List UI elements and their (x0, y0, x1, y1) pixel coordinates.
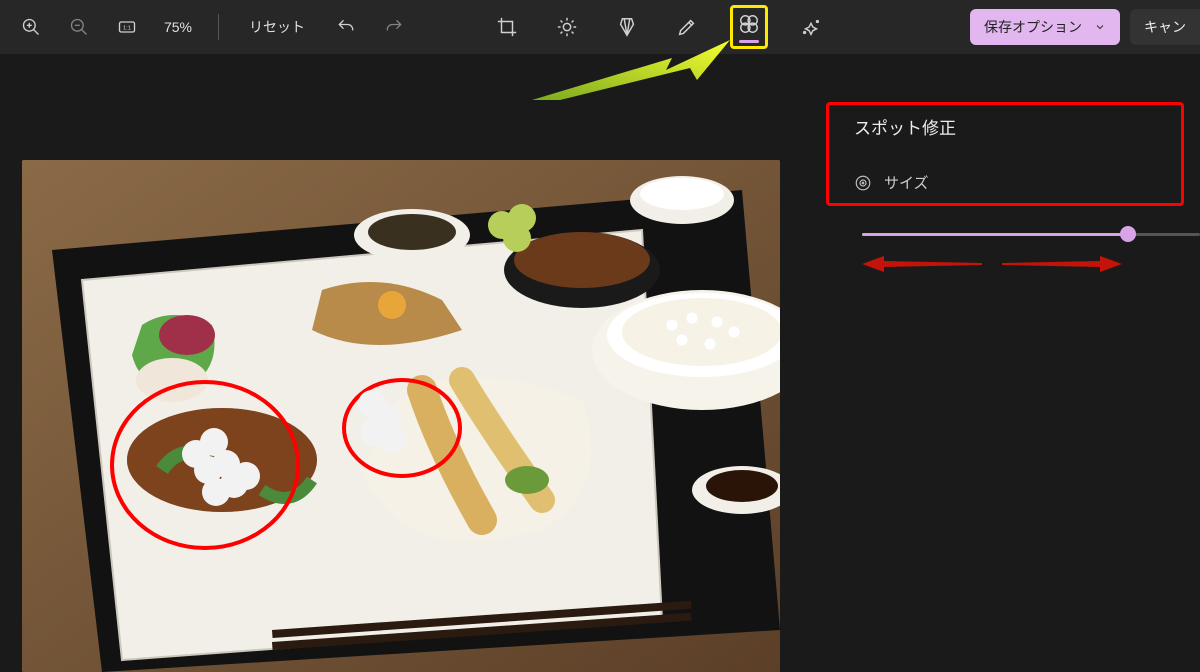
panel-title: スポット修正 (854, 114, 956, 139)
retouch-icon (736, 11, 762, 37)
toolbar-left-group: 1:1 75% リセット (14, 10, 411, 44)
filter-icon[interactable] (610, 10, 644, 44)
toolbar-separator (218, 14, 219, 40)
redo-icon[interactable] (377, 10, 411, 44)
edited-image (22, 160, 780, 672)
adjust-icon[interactable] (550, 10, 584, 44)
properties-panel: スポット修正 サイズ (810, 54, 1200, 672)
annotation-double-arrow (862, 254, 1122, 274)
undo-icon[interactable] (329, 10, 363, 44)
effects-icon[interactable] (794, 10, 828, 44)
crop-icon[interactable] (490, 10, 524, 44)
fit-to-screen-icon[interactable]: 1:1 (110, 10, 144, 44)
size-label: サイズ (884, 172, 929, 193)
retouch-tool-highlighted[interactable] (730, 5, 768, 49)
toolbar-center-tools (490, 0, 828, 54)
toolbar-right-group: 保存オプション キャン (970, 0, 1200, 54)
image-canvas[interactable] (22, 160, 780, 672)
zoom-percent-label[interactable]: 75% (158, 19, 198, 35)
target-icon (854, 174, 872, 192)
svg-text:1:1: 1:1 (123, 26, 131, 32)
zoom-out-icon[interactable] (62, 10, 96, 44)
active-tool-indicator (739, 40, 759, 43)
top-toolbar: 1:1 75% リセット (0, 0, 1200, 54)
save-options-label: 保存オプション (984, 17, 1082, 37)
size-slider[interactable] (862, 224, 1200, 244)
zoom-in-icon[interactable] (14, 10, 48, 44)
chevron-down-icon (1094, 21, 1106, 33)
cancel-button[interactable]: キャン (1130, 9, 1200, 45)
reset-button[interactable]: リセット (239, 10, 315, 44)
size-setting-row: サイズ (854, 172, 929, 193)
markup-icon[interactable] (670, 10, 704, 44)
save-options-button[interactable]: 保存オプション (970, 9, 1120, 45)
slider-thumb[interactable] (1120, 226, 1136, 242)
slider-fill (862, 233, 1128, 236)
